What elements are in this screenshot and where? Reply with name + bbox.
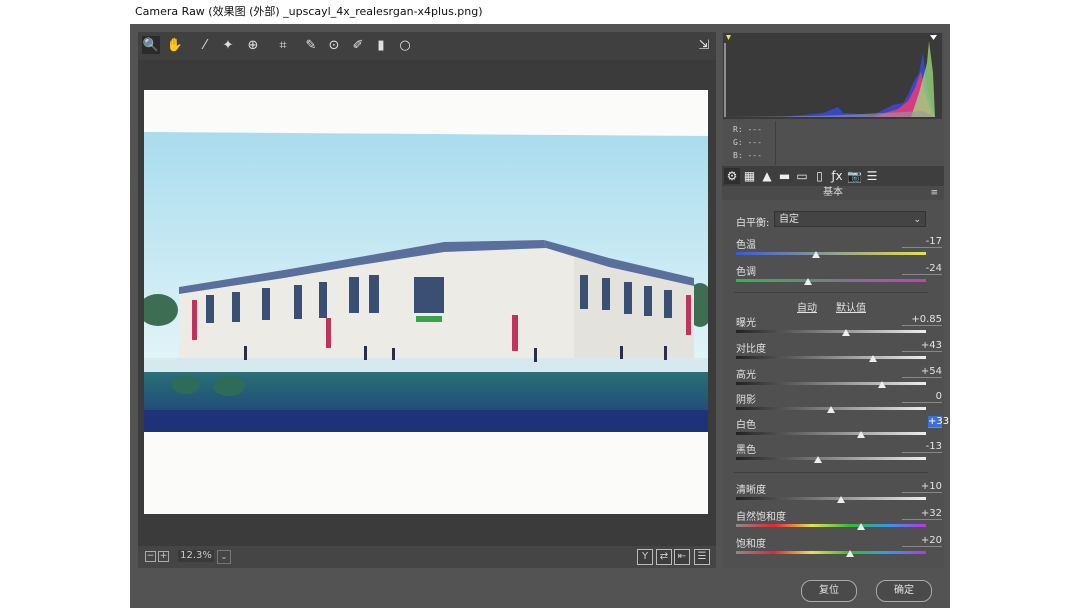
default-button[interactable]: 默认值 <box>836 299 866 314</box>
targeted-adjustment-tool-icon[interactable]: ⊕ <box>244 36 262 54</box>
copy-settings-button[interactable]: ⇤ <box>674 549 690 565</box>
white-balance-tool-icon[interactable]: ⁄ <box>196 36 214 54</box>
slider-value-field[interactable]: 0 <box>902 391 942 403</box>
slider-thumb[interactable] <box>868 355 877 362</box>
zoom-in-button[interactable]: + <box>158 551 169 562</box>
red-eye-tool-icon[interactable]: ⊙ <box>325 36 343 54</box>
panel-title: 基本 ≡ <box>722 186 944 200</box>
panel-menu-icon[interactable]: ≡ <box>930 186 938 200</box>
zoom-out-button[interactable]: − <box>145 551 156 562</box>
rgb-g: G: --- <box>733 138 762 147</box>
radial-filter-tool-icon[interactable]: ○ <box>396 36 414 54</box>
hand-tool-icon[interactable]: ✋ <box>166 36 184 54</box>
separator <box>734 472 928 473</box>
slider-value-field[interactable]: +54 <box>902 366 942 378</box>
zoom-level-field[interactable]: 12.3% <box>178 550 214 562</box>
before-after-view-button[interactable]: Y <box>637 549 653 565</box>
hsl-tab-icon[interactable]: ▬ <box>777 168 793 184</box>
detail-tab-icon[interactable]: ▲ <box>759 168 775 184</box>
slider-label: 自然饱和度 <box>736 512 786 523</box>
effects-tab-icon[interactable]: ƒx <box>829 168 845 184</box>
slider-label: 曝光 <box>736 318 756 329</box>
slider-label: 色温 <box>736 240 756 251</box>
zoom-dropdown-icon[interactable]: ⌄ <box>217 550 231 564</box>
separator <box>734 292 928 293</box>
highlight-clipping-warning-icon <box>930 35 937 40</box>
slider-thumb[interactable] <box>857 523 866 530</box>
shadow-clipping-warning-icon <box>726 35 731 40</box>
image-preview[interactable] <box>144 90 708 514</box>
slider-label: 阴影 <box>736 395 756 406</box>
reset-button[interactable]: 复位 <box>801 580 857 602</box>
window-titlebar: Camera Raw (效果图 (外部) _upscayl_4x_realesr… <box>0 0 1080 24</box>
slider-track[interactable] <box>736 457 926 460</box>
rgb-r: R: --- <box>733 125 762 134</box>
tone-curve-tab-icon[interactable]: ▦ <box>742 168 758 184</box>
slider-thumb[interactable] <box>842 329 851 336</box>
slider-value-field[interactable]: -17 <box>902 236 942 248</box>
crop-tool-icon[interactable]: ⌗ <box>274 36 292 54</box>
slider-thumb[interactable] <box>827 406 835 413</box>
chevron-down-icon: ⌄ <box>913 215 921 225</box>
slider-value-field[interactable]: +20 <box>902 535 942 547</box>
slider-label: 白色 <box>736 420 756 431</box>
slider-value-field[interactable]: -24 <box>902 263 942 275</box>
camera-calibration-tab-icon[interactable]: 📷 <box>847 168 863 184</box>
basic-tab-icon[interactable]: ⚙ <box>724 168 740 184</box>
slider-track[interactable] <box>736 551 926 554</box>
slider-label: 黑色 <box>736 445 756 456</box>
slider-thumb[interactable] <box>846 550 854 557</box>
slider-track[interactable] <box>736 356 926 359</box>
slider-label: 色调 <box>736 267 756 278</box>
slider-value-field[interactable]: +32 <box>902 508 942 520</box>
slider-track[interactable] <box>736 432 926 435</box>
swap-settings-button[interactable]: ⇄ <box>656 549 672 565</box>
adjustment-brush-tool-icon[interactable]: ✐ <box>349 36 367 54</box>
slider-value-field[interactable]: -13 <box>902 441 942 453</box>
slider-thumb[interactable] <box>804 278 813 285</box>
slider-track[interactable] <box>736 252 926 255</box>
histogram <box>723 33 942 119</box>
split-toning-tab-icon[interactable]: ▭ <box>794 168 810 184</box>
slider-thumb[interactable] <box>878 381 887 388</box>
slider-thumb[interactable] <box>811 251 820 258</box>
lens-tab-icon[interactable]: ▯ <box>812 168 828 184</box>
slider-track[interactable] <box>736 524 926 527</box>
slider-thumb[interactable] <box>813 456 822 463</box>
zoom-tool-icon[interactable]: 🔍 <box>142 36 160 54</box>
slider-track[interactable] <box>736 497 926 500</box>
auto-button[interactable]: 自动 <box>797 299 817 314</box>
slider-value-field[interactable]: +33 <box>928 416 949 428</box>
presets-tab-icon[interactable]: ☰ <box>864 168 880 184</box>
slider-value-field[interactable]: +43 <box>902 340 942 352</box>
toggle-settings-button[interactable]: ☰ <box>694 549 710 565</box>
window-title: Camera Raw (效果图 (外部) _upscayl_4x_realesr… <box>135 5 483 18</box>
rgb-b: B: --- <box>733 151 762 160</box>
slider-value-field[interactable]: +0.85 <box>902 314 942 326</box>
building-photo <box>144 90 708 514</box>
rgb-readout: R: --- G: --- B: --- <box>723 121 942 165</box>
slider-thumb[interactable] <box>836 496 845 503</box>
ok-button[interactable]: 确定 <box>876 580 932 602</box>
graduated-filter-tool-icon[interactable]: ▮ <box>372 36 390 54</box>
slider-track[interactable] <box>736 382 926 385</box>
slider-label: 对比度 <box>736 344 766 355</box>
slider-thumb[interactable] <box>857 431 866 438</box>
histogram-graph <box>724 35 937 117</box>
slider-track[interactable] <box>736 279 926 282</box>
white-balance-select[interactable]: 自定 ⌄ <box>774 211 926 227</box>
slider-label: 高光 <box>736 370 756 381</box>
slider-value-field[interactable]: +10 <box>902 481 942 493</box>
slider-label: 饱和度 <box>736 539 766 550</box>
spot-removal-tool-icon[interactable]: ✎ <box>302 36 320 54</box>
slider-track[interactable] <box>736 330 926 333</box>
white-balance-label: 白平衡: <box>736 218 770 229</box>
open-preferences-icon[interactable]: ⇲ <box>695 36 713 54</box>
color-sampler-tool-icon[interactable]: ✦ <box>219 36 237 54</box>
slider-label: 清晰度 <box>736 485 766 496</box>
